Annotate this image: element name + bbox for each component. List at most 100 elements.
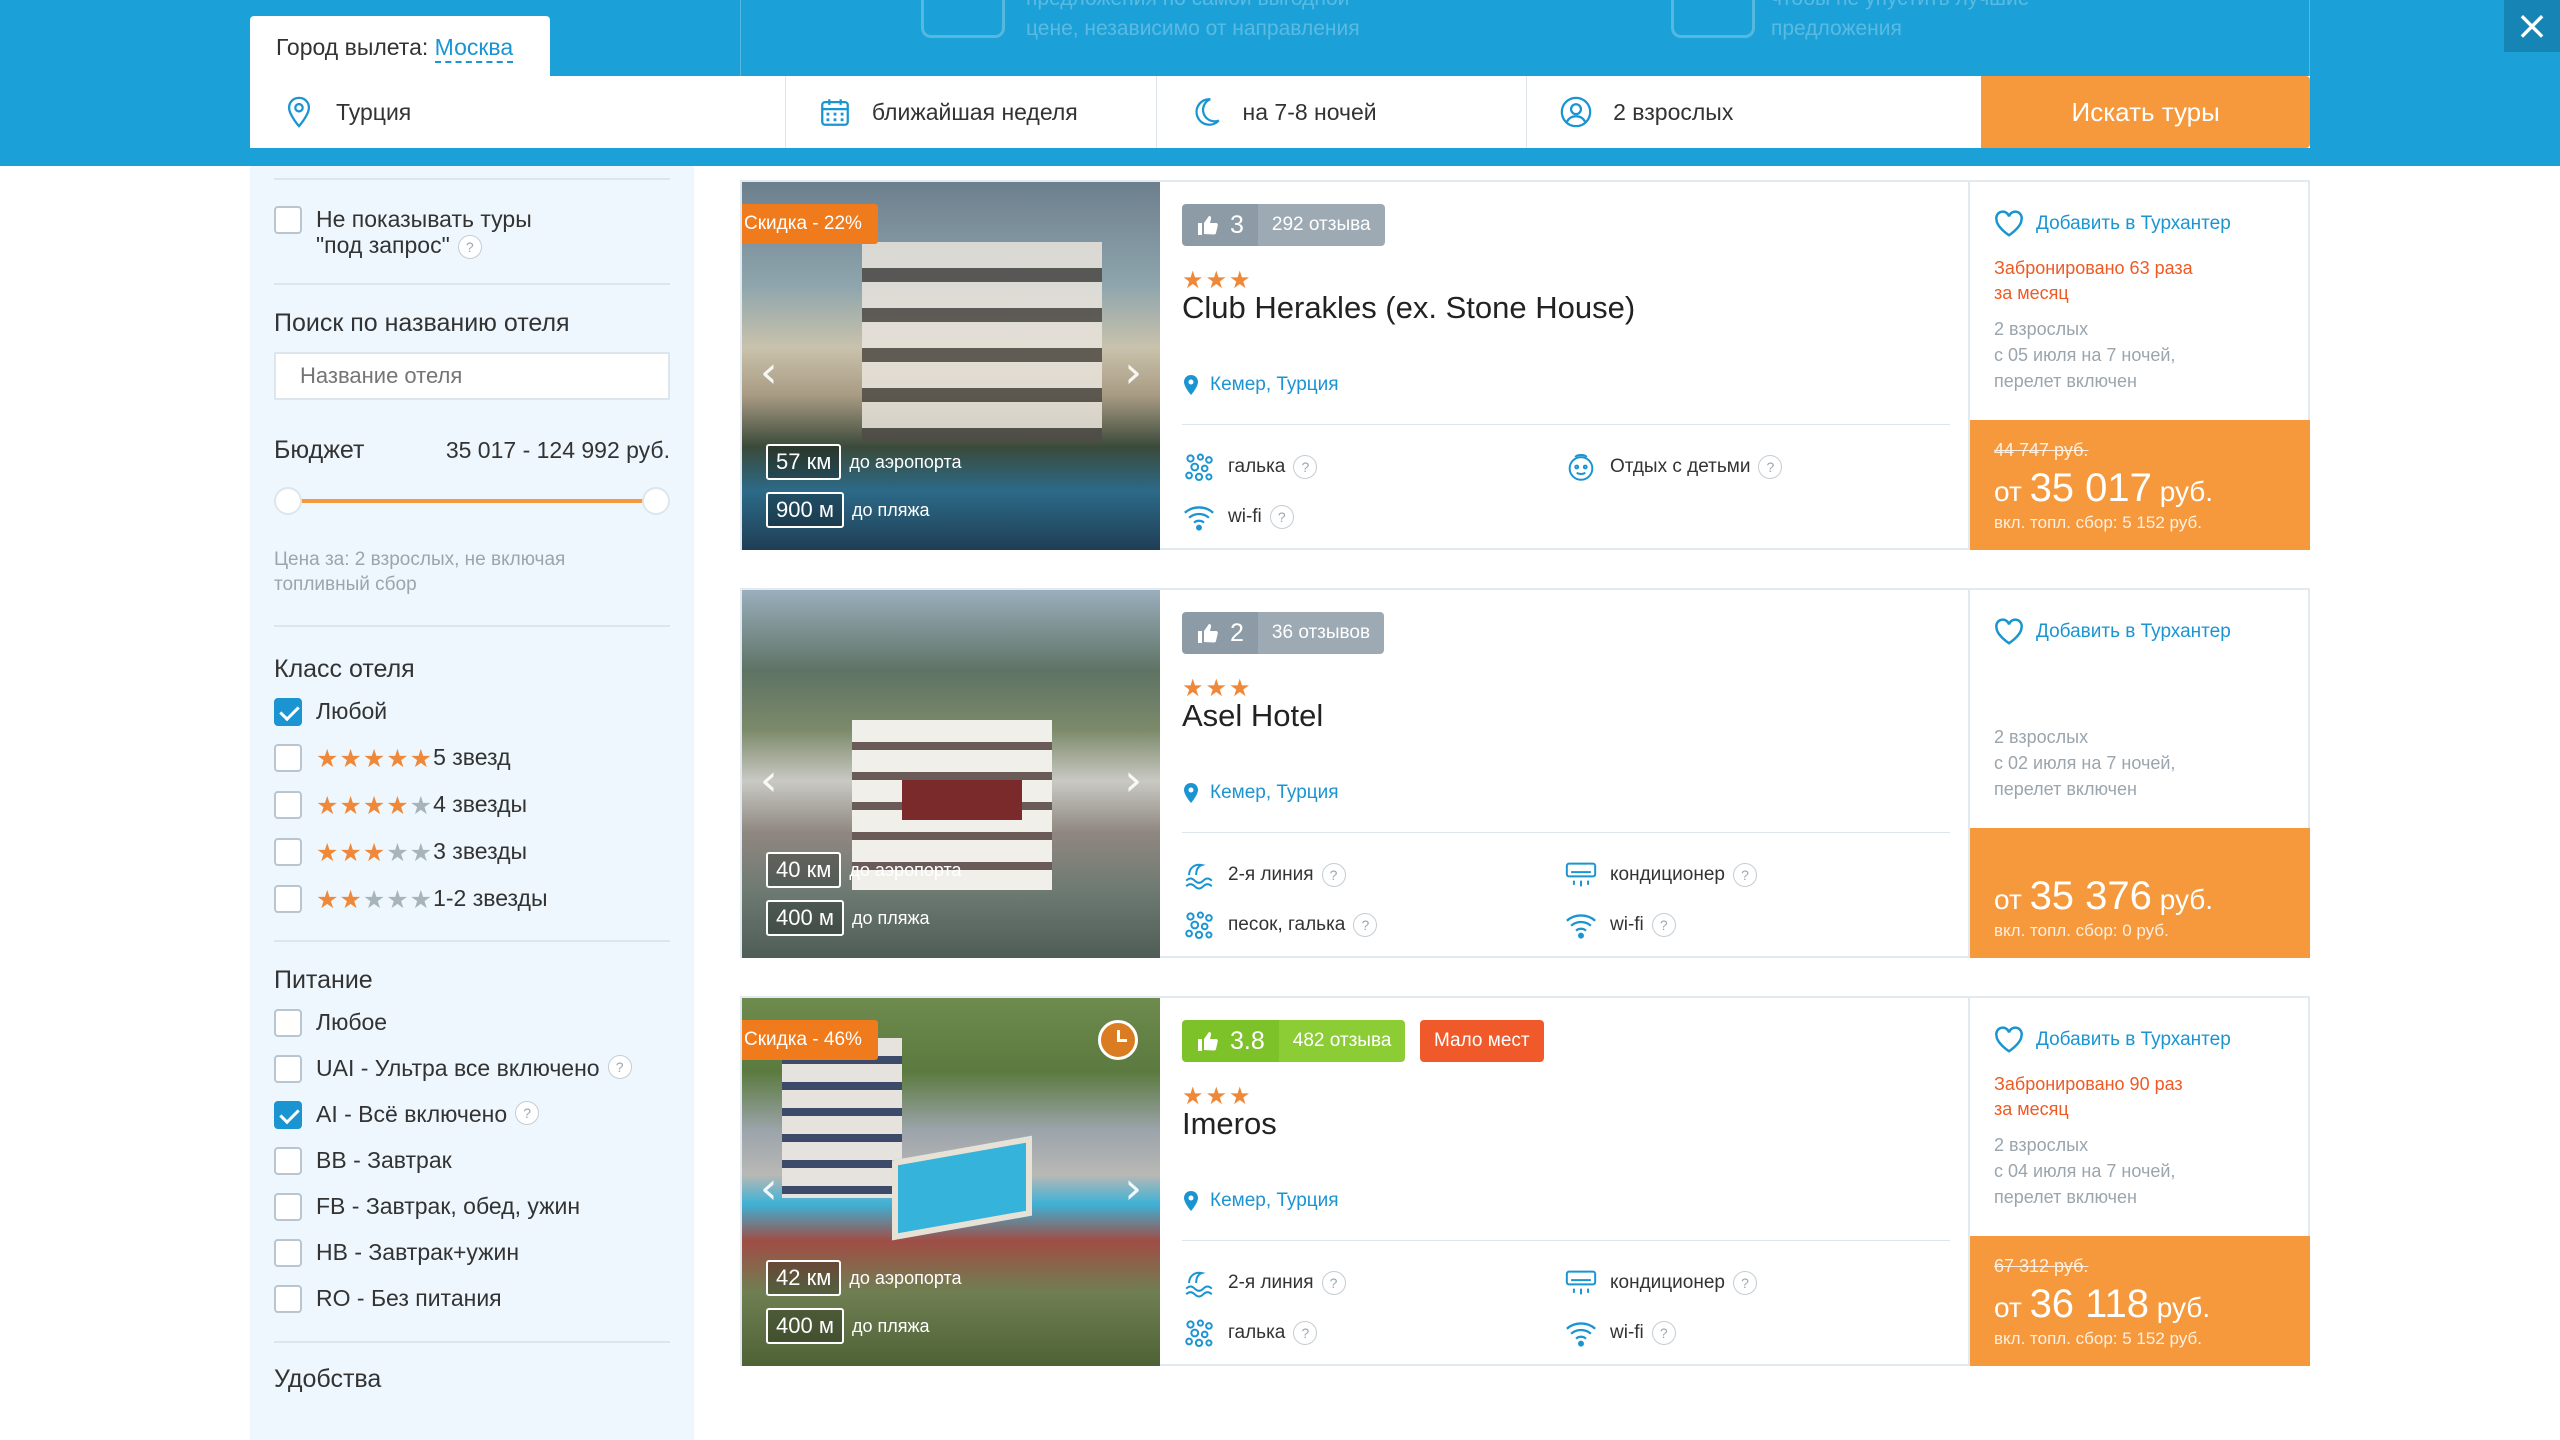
dates-field[interactable]: ближайшая неделя	[786, 76, 1157, 148]
meal-option[interactable]: Любое	[274, 1008, 670, 1037]
travelers-field[interactable]: 2 взрослых	[1527, 76, 1981, 148]
hotel-photo[interactable]: Скидка - 46% ‹ › 42 км до аэропорта 400 …	[742, 998, 1160, 1366]
next-photo-arrow[interactable]: ›	[1124, 347, 1142, 398]
hotel-class-label: 1-2 звезды	[433, 884, 548, 911]
next-photo-arrow[interactable]: ›	[1124, 755, 1142, 806]
help-icon[interactable]: ?	[1293, 1321, 1318, 1345]
hotel-class-option[interactable]: ★★★★★ 4 звезды	[274, 790, 670, 820]
booked-count: Забронировано 63 раза за месяц	[1994, 256, 2254, 306]
checkbox[interactable]	[274, 1008, 302, 1037]
price-button[interactable]: 44 747 руб. от 35 017 руб. вкл. топл. сб…	[1970, 420, 2310, 550]
checkbox[interactable]	[274, 697, 302, 726]
promo-text-1: предложения по самой выгодной цене, неза…	[1026, 0, 1360, 44]
help-icon[interactable]: ?	[607, 1054, 632, 1079]
hotel-card[interactable]: Скидка - 46% ‹ › 42 км до аэропорта 400 …	[740, 996, 2310, 1366]
add-to-favorites-button[interactable]: Добавить в Турхантер	[1994, 1026, 2231, 1054]
nights-value: на 7-8 ночей	[1242, 98, 1377, 125]
add-to-favorites-button[interactable]: Добавить в Турхантер	[1994, 210, 2231, 238]
help-icon[interactable]: ?	[1353, 913, 1378, 937]
meal-option[interactable]: UAI - Ультра все включено?	[274, 1054, 670, 1083]
booked-line: Забронировано 90 раз	[1994, 1074, 2183, 1094]
hotel-photo[interactable]: ‹ › 40 км до аэропорта 400 м до пляжа	[742, 590, 1160, 958]
next-photo-arrow[interactable]: ›	[1124, 1163, 1142, 1214]
checkbox[interactable]	[274, 1100, 302, 1129]
add-to-favorites-label: Добавить в Турхантер	[2036, 621, 2231, 642]
add-to-favorites-button[interactable]: Добавить в Турхантер	[1994, 618, 2231, 646]
hotel-info: 2 36 отзывов ★★★ Asel Hotel Кемер, Турци…	[1182, 590, 1952, 958]
thumbs-up-icon	[1196, 622, 1230, 644]
no-request-filter[interactable]: Не показывать туры "под запрос"?	[274, 206, 670, 259]
price-currency: руб.	[2156, 1292, 2211, 1323]
help-icon[interactable]: ?	[1651, 1321, 1676, 1345]
price-note-line: Цена за: 2 взрослых, не включая	[274, 548, 566, 570]
budget-slider[interactable]	[274, 485, 670, 517]
rating-badge[interactable]: 3.8 482 отзыва	[1182, 1020, 1406, 1062]
hotel-location[interactable]: Кемер, Турция	[1182, 782, 1339, 804]
checkbox[interactable]	[274, 1238, 302, 1267]
meal-option[interactable]: AI - Всё включено?	[274, 1100, 670, 1129]
meal-option[interactable]: RO - Без питания	[274, 1284, 670, 1313]
no-request-label: Не показывать туры	[316, 206, 532, 232]
hotel-location[interactable]: Кемер, Турция	[1182, 1190, 1339, 1212]
prev-photo-arrow[interactable]: ‹	[760, 755, 778, 806]
hotel-name[interactable]: Club Herakles (ex. Stone House)	[1182, 290, 1635, 326]
meal-option[interactable]: BB - Завтрак	[274, 1146, 670, 1175]
checkbox[interactable]	[274, 206, 302, 234]
price-value: 35 017	[2029, 466, 2152, 510]
help-icon[interactable]: ?	[1732, 863, 1757, 887]
hotel-card[interactable]: ‹ › 40 км до аэропорта 400 м до пляжа 2 …	[740, 588, 2310, 958]
checkbox[interactable]	[274, 1284, 302, 1313]
checkbox[interactable]	[274, 790, 302, 819]
price-button[interactable]: 67 312 руб. от 36 118 руб. вкл. топл. сб…	[1970, 1236, 2310, 1366]
nights-field[interactable]: на 7-8 ночей	[1157, 76, 1528, 148]
help-icon[interactable]: ?	[457, 234, 482, 259]
meal-option[interactable]: FB - Завтрак, обед, ужин	[274, 1192, 670, 1221]
prev-photo-arrow[interactable]: ‹	[760, 347, 778, 398]
airport-distance-value: 57 км	[766, 444, 842, 480]
hotel-photo[interactable]: Скидка - 22% ‹ › 57 км до аэропорта 900 …	[742, 182, 1160, 550]
search-tours-button[interactable]: Искать туры	[1981, 76, 2310, 148]
destination-field[interactable]: Турция	[250, 76, 786, 148]
help-icon[interactable]: ?	[1293, 455, 1318, 479]
help-icon[interactable]: ?	[1651, 913, 1676, 937]
beach-distance-label: до пляжа	[851, 907, 930, 928]
location-pin-icon	[1182, 1190, 1210, 1212]
help-icon[interactable]: ?	[1321, 863, 1346, 887]
price-button[interactable]: от 35 376 руб. вкл. топл. сбор: 0 руб.	[1970, 828, 2310, 958]
checkbox[interactable]	[274, 884, 302, 913]
beach-distance-label: до пляжа	[851, 1315, 930, 1336]
help-icon[interactable]: ?	[1758, 455, 1783, 479]
hotel-location-label: Кемер, Турция	[1210, 1190, 1339, 1211]
checkbox[interactable]	[274, 1146, 302, 1175]
checkbox[interactable]	[274, 1054, 302, 1083]
hotel-name[interactable]: Imeros	[1182, 1106, 1277, 1142]
moon-icon	[1187, 93, 1225, 131]
departure-city-select[interactable]: Москва	[434, 34, 514, 63]
help-icon[interactable]: ?	[515, 1100, 540, 1125]
help-icon[interactable]: ?	[1269, 505, 1294, 529]
current-price: от 36 118 руб.	[1994, 1282, 2310, 1327]
prev-photo-arrow[interactable]: ‹	[760, 1163, 778, 1214]
rating-badge[interactable]: 2 36 отзывов	[1182, 612, 1385, 654]
budget-slider-min-handle[interactable]	[274, 486, 302, 515]
help-icon[interactable]: ?	[1732, 1271, 1757, 1295]
hotel-card[interactable]: Скидка - 22% ‹ › 57 км до аэропорта 900 …	[740, 180, 2310, 550]
hotel-location[interactable]: Кемер, Турция	[1182, 374, 1339, 396]
hotel-name-input[interactable]	[274, 351, 670, 400]
airport-distance: 40 км до аэропорта	[766, 852, 962, 888]
checkbox[interactable]	[274, 837, 302, 866]
hotel-name[interactable]: Asel Hotel	[1182, 698, 1323, 734]
meal-option[interactable]: HB - Завтрак+ужин	[274, 1238, 670, 1267]
help-icon[interactable]: ?	[1321, 1271, 1346, 1295]
checkbox[interactable]	[274, 1192, 302, 1221]
divider	[274, 178, 670, 180]
hotel-info: 3.8 482 отзыва Мало мест ★★★ Imeros Кеме…	[1182, 998, 1952, 1366]
hotel-class-option[interactable]: ★★★★★ 5 звезд	[274, 743, 670, 773]
close-icon[interactable]: ×	[2504, 0, 2560, 52]
hotel-class-option[interactable]: Любой	[274, 697, 670, 726]
budget-slider-max-handle[interactable]	[642, 486, 670, 515]
hotel-class-option[interactable]: ★★★★★ 3 звезды	[274, 837, 670, 867]
hotel-class-option[interactable]: ★★★★★ 1-2 звезды	[274, 884, 670, 914]
rating-badge[interactable]: 3 292 отзыва	[1182, 204, 1385, 246]
checkbox[interactable]	[274, 743, 302, 772]
